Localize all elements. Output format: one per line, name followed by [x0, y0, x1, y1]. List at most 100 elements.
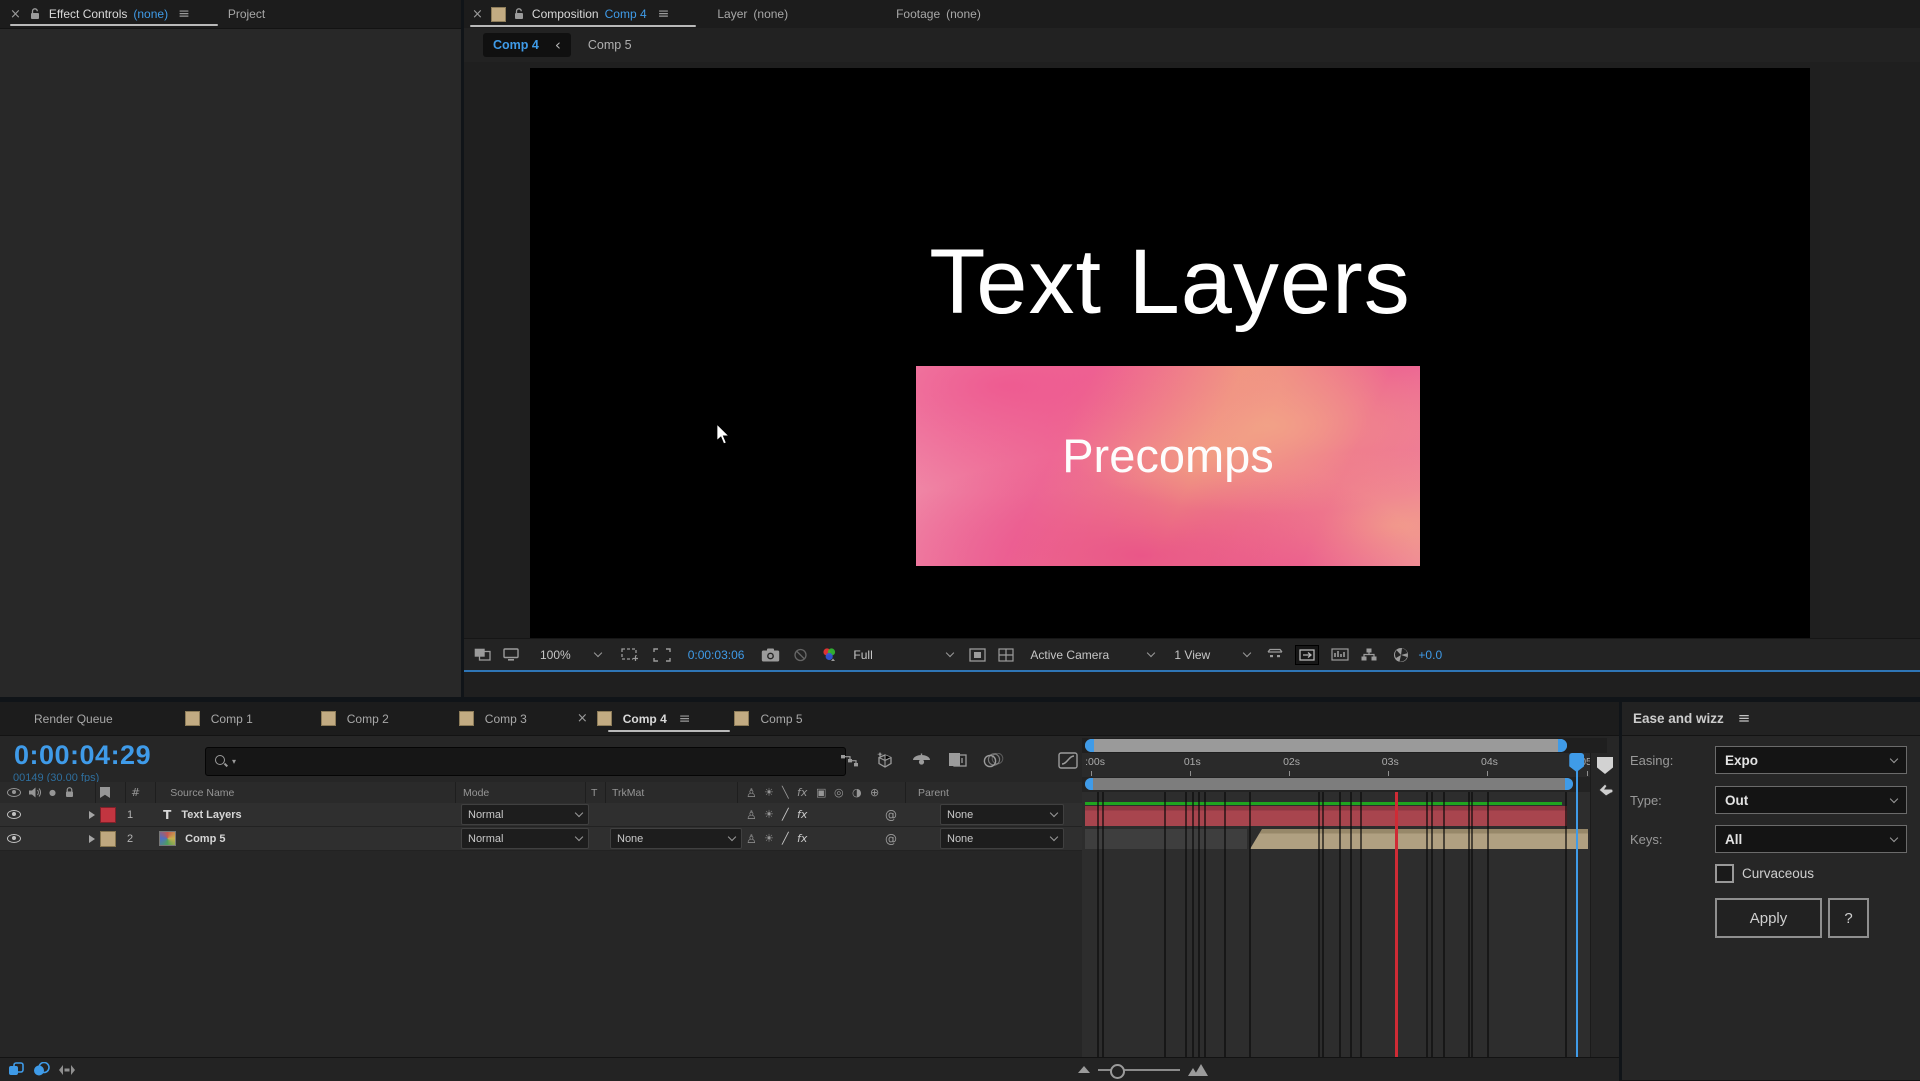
work-area-bar[interactable] — [1085, 778, 1573, 790]
camera-dropdown[interactable]: Active Camera — [1030, 648, 1154, 662]
panel-menu-icon[interactable]: ≡ — [1738, 711, 1751, 726]
keyframe-line[interactable] — [1426, 792, 1428, 1057]
layer-name[interactable]: Text Layers — [181, 809, 241, 821]
tab-comp-2[interactable]: Comp 2 — [347, 712, 389, 726]
composition-viewport[interactable]: Text Layers Precomps — [530, 68, 1810, 653]
breadcrumb-current-chip[interactable]: Comp 4 ‹ — [483, 33, 571, 57]
navigator-handle-left[interactable] — [1085, 739, 1094, 752]
keyframe-line[interactable] — [1565, 792, 1567, 1057]
graph-editor-icon[interactable] — [1058, 752, 1078, 769]
keyframe-line[interactable] — [1102, 792, 1104, 1057]
comp-marker-bin-icon[interactable] — [1597, 757, 1613, 774]
keyframe-line[interactable] — [1468, 792, 1470, 1057]
time-navigator-track[interactable] — [1082, 738, 1607, 753]
keyframe-line[interactable] — [1185, 792, 1187, 1057]
curvaceous-checkbox[interactable] — [1715, 864, 1734, 883]
ease-panel-title[interactable]: Ease and wizz — [1633, 711, 1724, 726]
keyframe-line[interactable] — [1249, 792, 1251, 1057]
fast-previews-icon[interactable] — [1331, 648, 1349, 661]
layer-row-1[interactable]: 1 T Text Layers Normal ♙ ☀ ╱ fx @ None — [0, 803, 1082, 827]
expander-triangle-icon[interactable] — [89, 835, 95, 843]
layer-name[interactable]: Comp 5 — [185, 833, 225, 845]
grid-guides-icon[interactable] — [998, 648, 1014, 662]
source-name-column-header[interactable]: Source Name — [170, 787, 234, 799]
type-dropdown[interactable]: Out — [1715, 786, 1907, 814]
magnification-dropdown[interactable]: 100% — [540, 648, 601, 662]
layer1-duration-bar[interactable] — [1085, 806, 1567, 826]
toggle-layer-switches-icon[interactable] — [8, 1062, 26, 1077]
keyframe-line[interactable] — [1192, 792, 1194, 1057]
view-layout-dropdown[interactable]: 1 View — [1174, 648, 1250, 662]
tab-layer[interactable]: Layer — [717, 7, 747, 21]
marquee-icon[interactable] — [621, 647, 639, 662]
toggle-inout-panes-icon[interactable] — [58, 1063, 76, 1077]
zoom-out-mountain-icon[interactable] — [1078, 1066, 1090, 1073]
blend-mode-dropdown[interactable]: Normal — [461, 804, 589, 825]
hide-shy-layers-icon[interactable] — [911, 753, 932, 768]
reset-exposure-icon[interactable] — [1393, 647, 1409, 663]
layer-label-swatch[interactable] — [100, 807, 116, 823]
keyframe-line[interactable] — [1204, 792, 1206, 1057]
mode-column-header[interactable]: Mode — [463, 787, 489, 799]
quality-toggle-icon[interactable]: ╱ — [782, 808, 789, 821]
collapse-toggle-icon[interactable]: ☀ — [764, 832, 774, 845]
work-area-handle-left[interactable] — [1085, 778, 1093, 790]
search-box[interactable]: ▾ — [205, 747, 846, 776]
breadcrumb-current[interactable]: Comp 4 — [493, 38, 539, 52]
layer-label-swatch[interactable] — [100, 831, 116, 847]
keyframe-line[interactable] — [1443, 792, 1445, 1057]
tab-composition[interactable]: Composition — [532, 7, 599, 21]
show-snapshot-icon[interactable] — [793, 648, 808, 662]
tab-comp-5[interactable]: Comp 5 — [760, 712, 802, 726]
exposure-value[interactable]: +0.0 — [1418, 648, 1442, 662]
keyframe-line[interactable] — [1097, 792, 1099, 1057]
pickwhip-icon[interactable]: @ — [885, 809, 897, 821]
show-channels-icon[interactable] — [821, 647, 837, 662]
zoom-slider-knob[interactable] — [1110, 1064, 1125, 1079]
work-area-handle-right[interactable] — [1565, 778, 1573, 790]
navigator-handle-right[interactable] — [1558, 739, 1567, 752]
layer2-duration-bar[interactable] — [1250, 829, 1588, 849]
keyframe-line[interactable] — [1198, 792, 1200, 1057]
lock-icon[interactable] — [30, 8, 40, 20]
effects-toggle-icon[interactable]: fx — [797, 808, 807, 821]
apply-button[interactable]: Apply — [1715, 898, 1822, 938]
pickwhip-icon[interactable]: @ — [885, 833, 897, 845]
flowchart-icon[interactable] — [1361, 648, 1377, 661]
close-icon[interactable]: × — [10, 8, 21, 21]
keyframe-line[interactable] — [1224, 792, 1226, 1057]
toggle-transfer-controls-icon[interactable] — [33, 1062, 50, 1077]
eye-icon[interactable] — [7, 834, 21, 843]
share-view-icon[interactable] — [1266, 648, 1284, 661]
resolution-dropdown[interactable]: Full — [853, 648, 953, 662]
panel-menu-icon[interactable]: ≡ — [679, 712, 691, 726]
timeline-graph-area[interactable] — [1082, 792, 1607, 1057]
blend-mode-dropdown[interactable]: Normal — [461, 828, 589, 849]
tab-comp-1[interactable]: Comp 1 — [211, 712, 253, 726]
tab-project[interactable]: Project — [228, 7, 265, 21]
keyframe-line[interactable] — [1318, 792, 1320, 1057]
breadcrumb-back-icon[interactable]: ‹ — [555, 38, 561, 53]
lock-icon[interactable] — [514, 8, 524, 20]
trkmat-column-header[interactable]: TrkMat — [612, 787, 644, 799]
zoom-in-mountain-icon[interactable] — [1188, 1064, 1208, 1076]
parent-dropdown[interactable]: None — [940, 804, 1064, 825]
main-display-icon[interactable] — [503, 648, 519, 661]
target-region-icon[interactable] — [969, 648, 986, 662]
quality-toggle-icon[interactable]: ╱ — [782, 832, 789, 845]
tab-render-queue[interactable]: Render Queue — [34, 712, 113, 726]
time-ruler[interactable]: :00s01s02s03s04s05s — [1082, 753, 1607, 778]
keys-dropdown[interactable]: All — [1715, 825, 1907, 853]
expander-triangle-icon[interactable] — [89, 811, 95, 819]
keyframe-line[interactable] — [1471, 792, 1473, 1057]
motion-blur-icon[interactable] — [983, 753, 1004, 768]
tab-comp-3[interactable]: Comp 3 — [485, 712, 527, 726]
panel-menu-icon[interactable]: ≡ — [658, 7, 670, 21]
work-area-track[interactable] — [1082, 777, 1607, 792]
easing-dropdown[interactable]: Expo — [1715, 746, 1907, 774]
draft-3d-icon[interactable] — [875, 751, 895, 769]
t-column-header[interactable]: T — [591, 787, 597, 799]
mini-flowchart-icon[interactable] — [840, 753, 859, 768]
pixel-aspect-correction-icon[interactable] — [1295, 645, 1319, 665]
parent-dropdown[interactable]: None — [940, 828, 1064, 849]
